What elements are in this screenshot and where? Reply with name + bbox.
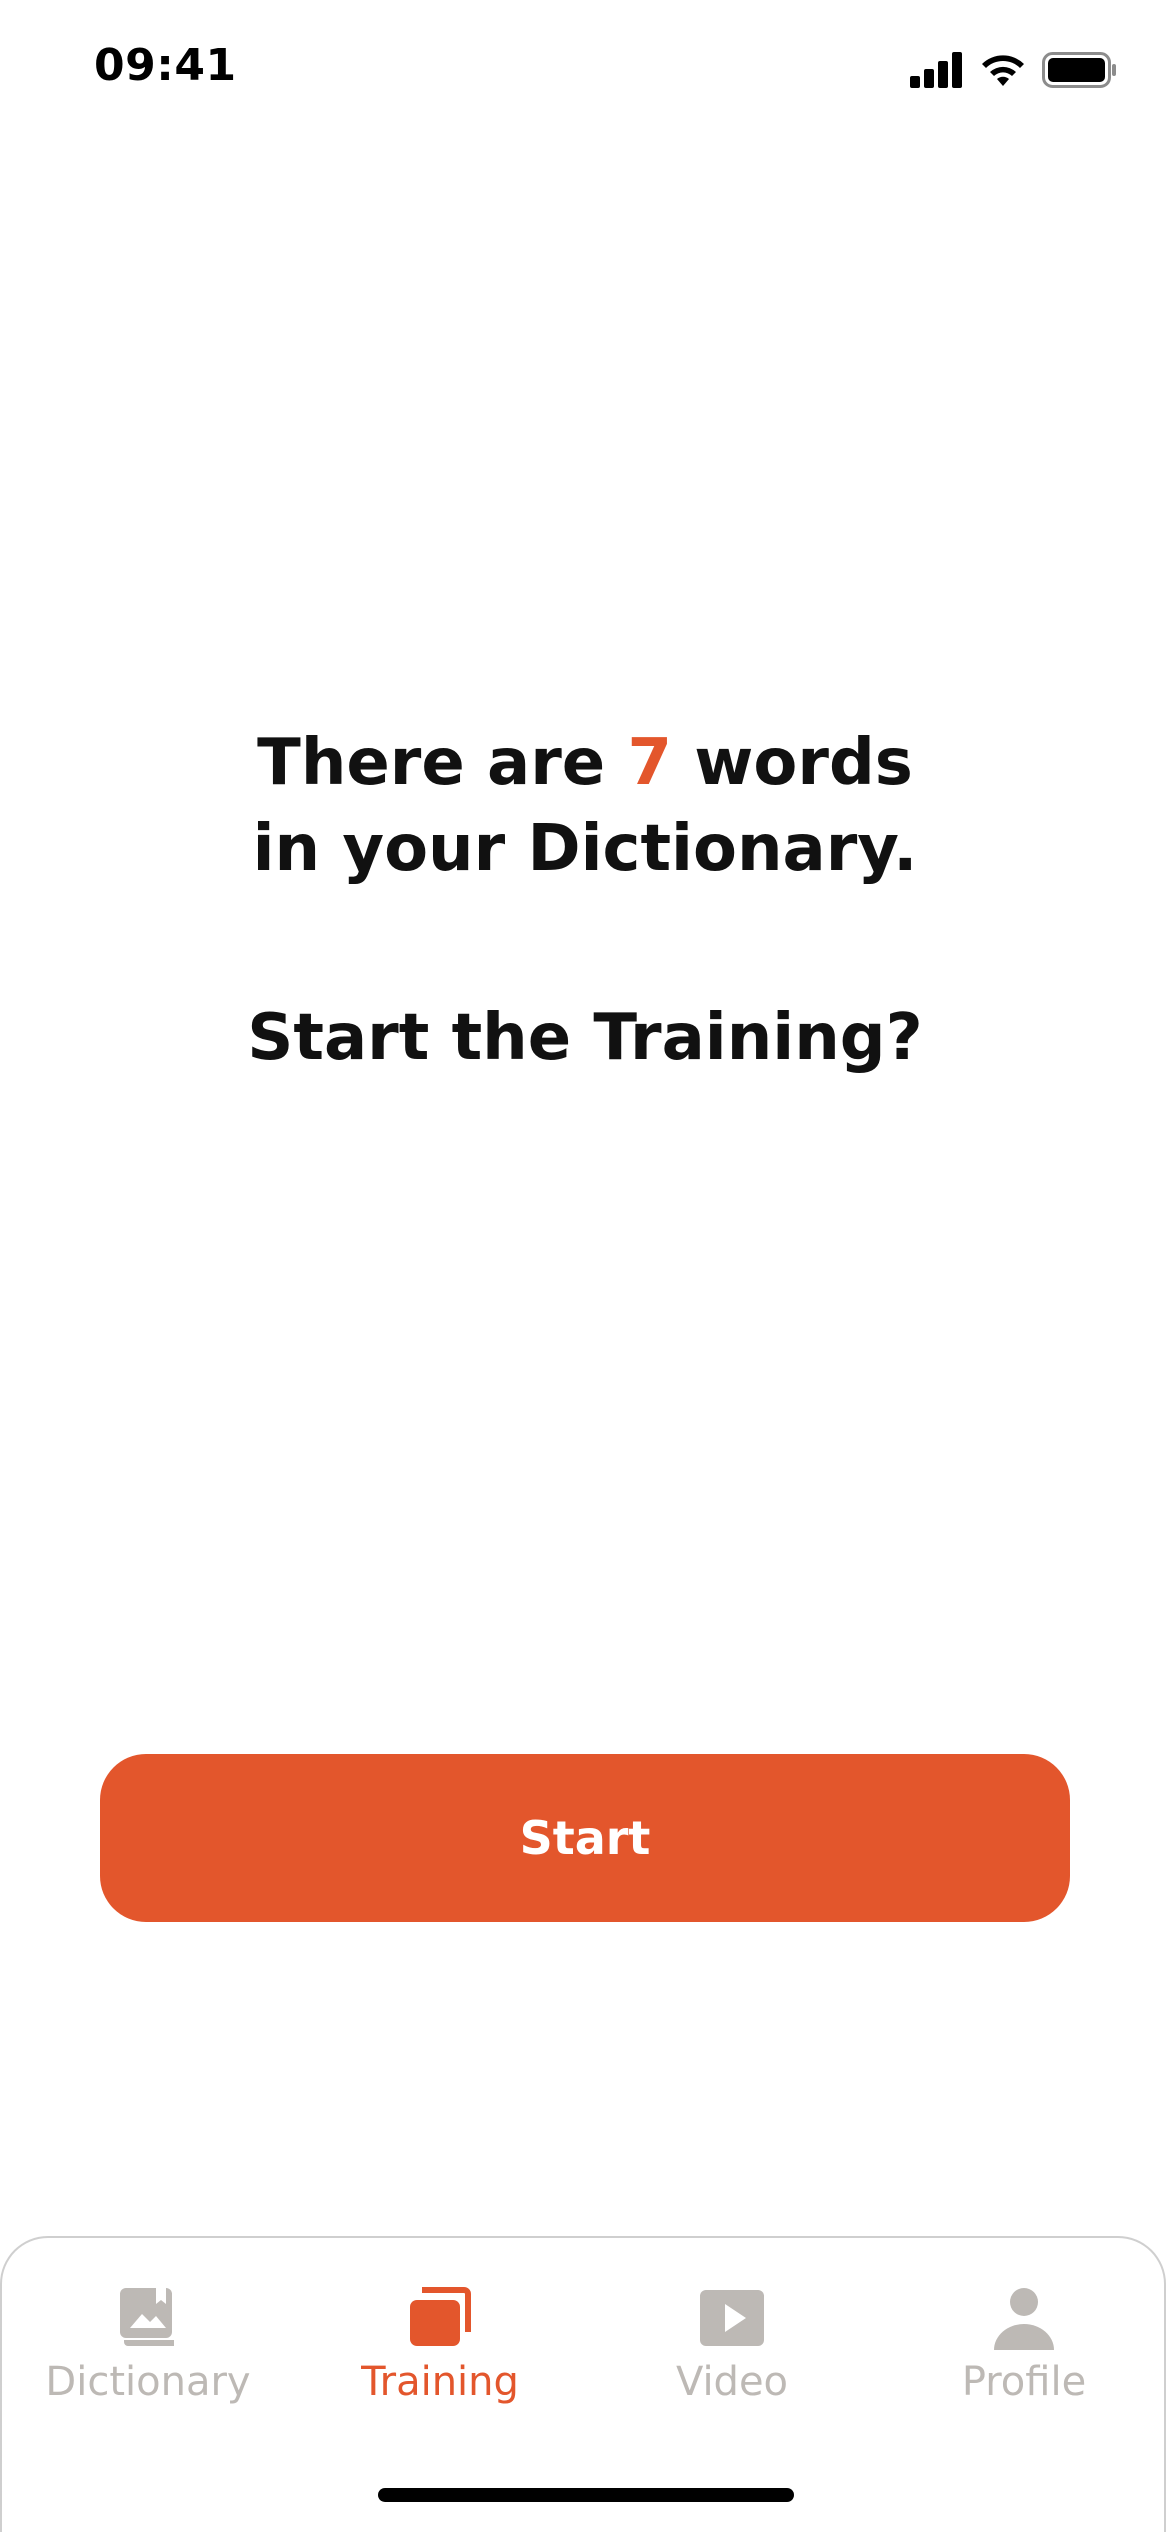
status-icons bbox=[910, 52, 1118, 92]
cellular-signal-icon bbox=[910, 52, 964, 92]
home-indicator[interactable] bbox=[378, 2488, 794, 2502]
battery-icon bbox=[1042, 52, 1118, 92]
tab-label: Training bbox=[361, 2359, 519, 2405]
tab-video[interactable]: Video bbox=[586, 2238, 878, 2438]
tab-profile[interactable]: Profile bbox=[878, 2238, 1170, 2438]
tab-training[interactable]: Training bbox=[294, 2238, 586, 2438]
tab-dictionary[interactable]: Dictionary bbox=[2, 2238, 294, 2438]
play-icon bbox=[700, 2286, 764, 2350]
status-time: 09:41 bbox=[94, 40, 237, 91]
tab-label: Video bbox=[675, 2359, 789, 2405]
person-icon bbox=[992, 2286, 1056, 2350]
prompt-word-count: There are 7 words bbox=[0, 720, 1170, 806]
prompt-question: Start the Training? bbox=[247, 1001, 923, 1075]
prompt-suffix: words bbox=[672, 726, 913, 800]
tab-label: Profile bbox=[961, 2359, 1087, 2405]
tab-label: Dictionary bbox=[45, 2359, 251, 2405]
status-bar: 09:41 bbox=[0, 0, 1170, 150]
wifi-icon bbox=[978, 52, 1028, 92]
prompt-dictionary-line: in your Dictionary. bbox=[252, 812, 918, 886]
book-icon bbox=[116, 2286, 180, 2350]
word-count: 7 bbox=[627, 726, 672, 800]
start-button[interactable]: Start bbox=[100, 1754, 1070, 1922]
prompt-prefix: There are bbox=[257, 726, 628, 800]
start-button-label: Start bbox=[519, 1811, 651, 1865]
cards-icon bbox=[408, 2286, 472, 2350]
